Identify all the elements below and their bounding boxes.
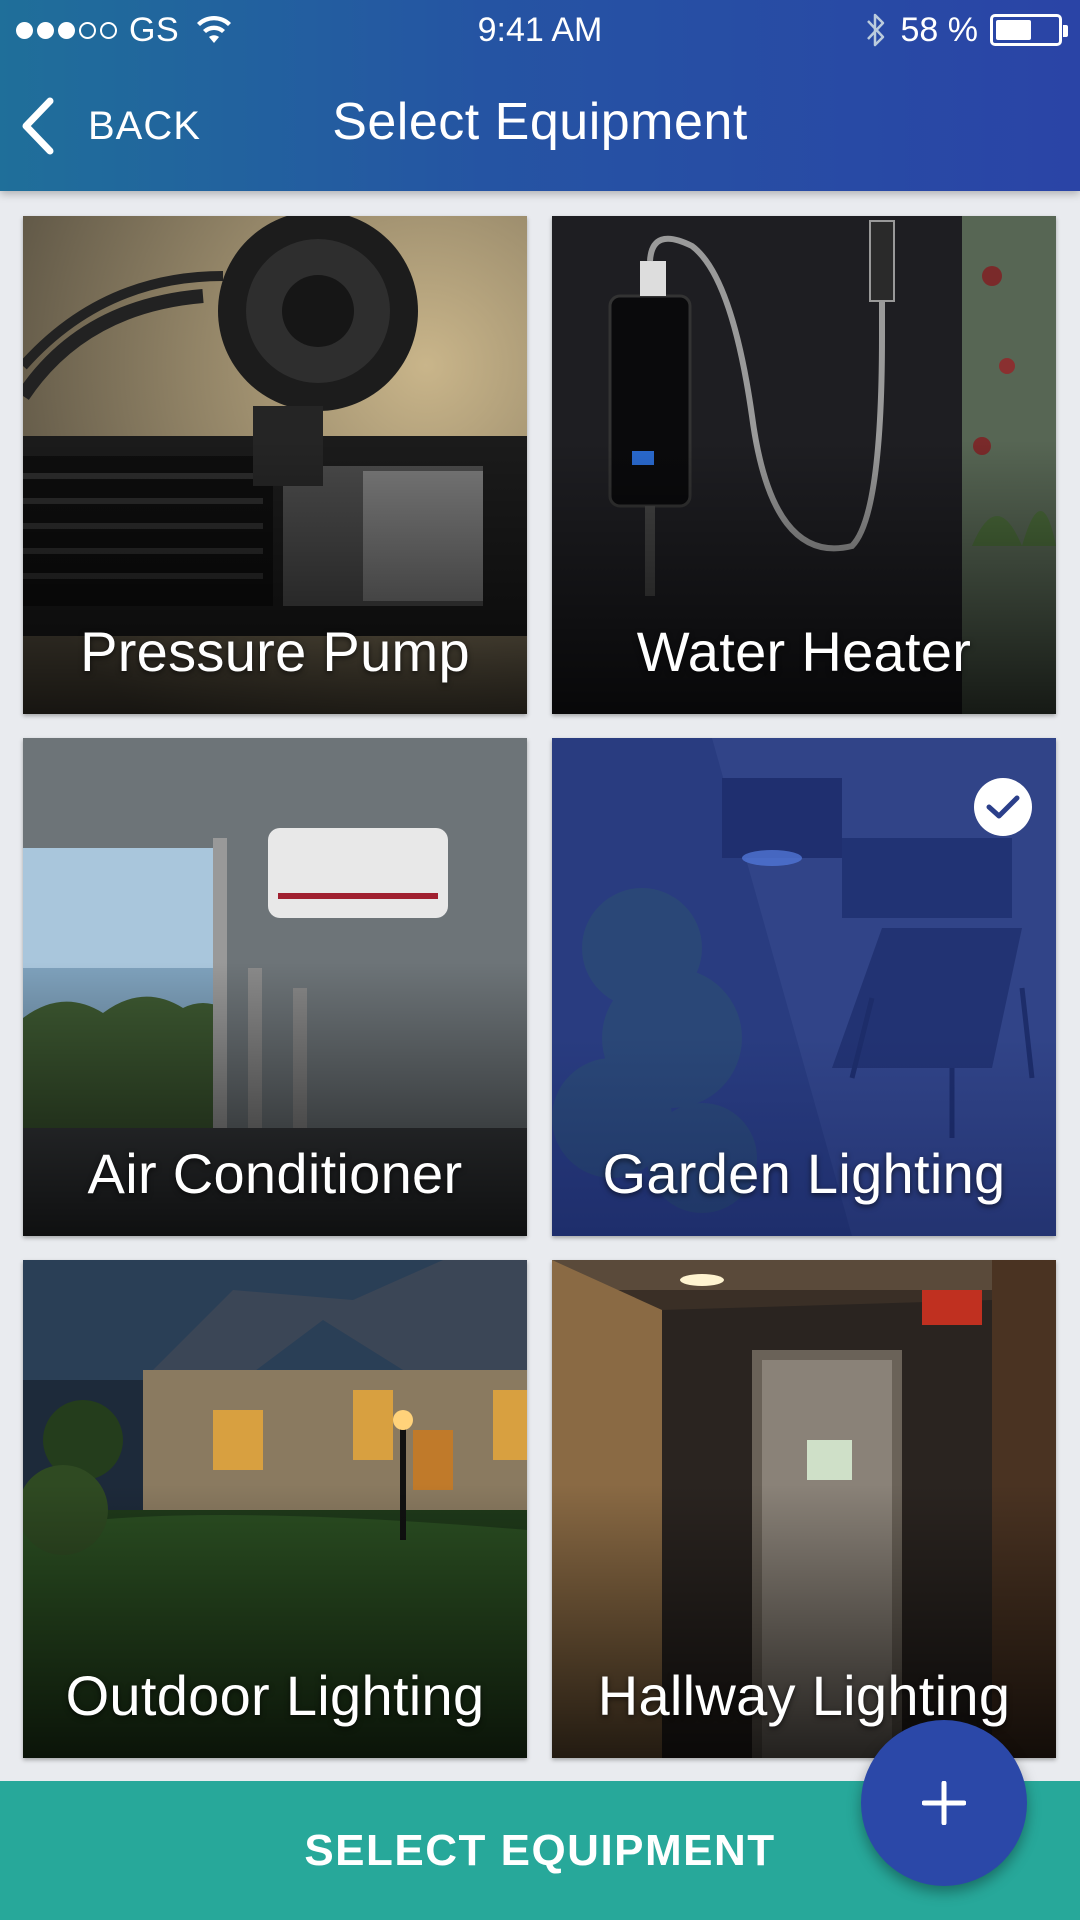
tile-outdoor-lighting[interactable]: Outdoor Lighting [23,1260,527,1758]
add-equipment-button[interactable] [861,1720,1027,1886]
status-right: 58 % [863,8,1068,52]
tile-label: Garden Lighting [602,1142,1006,1205]
status-bar: GS 9:41 AM 58 % [0,0,1080,60]
app-header: GS 9:41 AM 58 % BACK Select Equipment [0,0,1080,191]
page-title: Select Equipment [332,93,748,151]
tile-label: Outdoor Lighting [65,1664,485,1727]
tile-label: Pressure Pump [80,620,470,683]
tile-water-heater[interactable]: Water Heater [552,216,1056,714]
bluetooth-icon [866,13,884,47]
tile-garden-lighting[interactable]: Garden Lighting [552,738,1056,1236]
tile-label: Water Heater [636,620,972,683]
tile-pressure-pump[interactable]: Pressure Pump [23,216,527,714]
tile-hallway-lighting[interactable]: Hallway Lighting [552,1260,1056,1758]
equipment-grid: Pressure Pump Water Heater Air Condition… [0,191,1080,1781]
tile-label: Hallway Lighting [597,1664,1011,1727]
battery-fill [996,20,1031,40]
plus-icon [922,1781,966,1825]
battery-icon [990,14,1068,46]
nav-bar: BACK Select Equipment [0,70,1080,180]
tile-air-conditioner[interactable]: Air Conditioner [23,738,527,1236]
battery-percent: 58 % [900,10,979,49]
tile-label: Air Conditioner [87,1142,463,1205]
select-equipment-label: SELECT EQUIPMENT [304,1825,776,1875]
checkmark-icon [974,778,1032,836]
